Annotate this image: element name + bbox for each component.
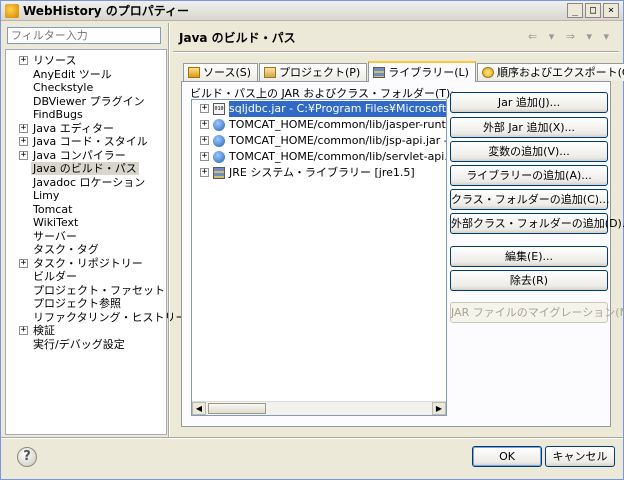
nav-item-label: 実行/デバッグ設定 (33, 337, 125, 351)
close-button[interactable]: × (603, 3, 619, 18)
expand-icon[interactable]: + (19, 258, 28, 268)
source-folder-icon (188, 67, 200, 78)
nav-item-label: Javadoc ロケーション (33, 175, 146, 189)
nav-item-label: DBViewer プラグイン (33, 94, 145, 108)
nav-item-label: Java コード・スタイル (33, 135, 148, 148)
scroll-right-icon[interactable]: ▶ (432, 402, 446, 415)
add-library-button[interactable]: ライブラリーの追加(A)... (450, 165, 608, 186)
libraries-tab-panel: ビルド・パス上の JAR およびクラス・フォルダー(T): + JRE システム・… (181, 81, 624, 427)
expand-icon[interactable]: + (19, 137, 28, 146)
order-export-icon (481, 67, 494, 78)
add-jar-button[interactable]: Jar 追加(J)... (450, 92, 608, 113)
library-entry[interactable]: +010 sqljdbc.jar - C:¥Program Files¥Micro… (192, 101, 446, 117)
title-bar[interactable]: WebHistory のプロパティー _ □ × (1, 1, 623, 21)
add-external-jar-button[interactable]: 外部 Jar 追加(X)... (450, 117, 608, 138)
footer-separator (1, 437, 623, 439)
expand-icon[interactable]: + (19, 150, 28, 160)
nav-item-label: ビルダー (33, 270, 77, 283)
variable-icon (213, 151, 225, 163)
expand-icon[interactable]: + (200, 104, 209, 113)
filter-input[interactable] (7, 27, 161, 44)
tab-label: 順序およびエクスポート(O) (496, 65, 624, 79)
nav-item-label: タスク・タグ (33, 243, 99, 256)
nav-item-label: サーバー (33, 229, 77, 243)
library-entry-label: JRE システム・ライブラリー [jre1.5] (229, 166, 415, 179)
expand-icon[interactable]: + (19, 56, 28, 65)
migrate-jar-button: JAR ファイルのマイグレーション(M)... (450, 302, 624, 323)
library-entry[interactable]: + TOMCAT_HOME/common/lib/jasper-runtime.j… (192, 117, 446, 133)
nav-item-label: AnyEdit ツール (33, 67, 112, 81)
nav-item-label: Java コンパイラー (33, 148, 126, 162)
scroll-left-icon[interactable]: ◀ (192, 402, 206, 415)
nav-item-label: リファクタリング・ヒストリー (33, 310, 187, 324)
library-entry-label: sqljdbc.jar - C:¥Program Files¥Microsoft… (229, 101, 446, 117)
properties-dialog: WebHistory のプロパティー _ □ × + リソースAnyEdit ツー… (0, 0, 624, 480)
nav-item-label: プロジェクト参照 (33, 297, 121, 310)
scroll-thumb[interactable] (208, 403, 266, 414)
right-pane: Java のビルド・パス ⇐ ▾ ⇒ ▾ ▾ ソース(S) プロジェクト(P) ライ… (171, 23, 624, 437)
add-class-folder-button[interactable]: クラス・フォルダーの追加(C)... (450, 189, 610, 210)
expand-icon[interactable]: + (19, 326, 28, 335)
pane-divider[interactable] (168, 23, 170, 437)
nav-item-label: Checkstyle (33, 81, 94, 94)
library-entry[interactable]: + JRE システム・ライブラリー [jre1.5] (192, 165, 446, 181)
project-icon (264, 67, 277, 78)
window-controls: _ □ × (567, 3, 619, 18)
nav-item-label: リソース (33, 54, 77, 67)
nav-item-label: Tomcat (33, 202, 73, 216)
nav-item-label: プロジェクト・ファセット (33, 283, 165, 297)
expand-icon[interactable]: + (200, 136, 209, 145)
tab[interactable]: プロジェクト(P) (259, 63, 368, 81)
nav-item-label: FindBugs (33, 108, 83, 121)
tab-label: ソース(S) (203, 65, 252, 79)
library-entry[interactable]: + TOMCAT_HOME/common/lib/jsp-api.jar - D:… (192, 133, 446, 149)
nav-item-label: Java エディター (33, 121, 114, 135)
library-tree: + JRE システム・ライブラリー [jre1.5] + TOMCAT_HOME/co… (191, 99, 447, 416)
tab[interactable]: ライブラリー(L) (368, 61, 476, 82)
edit-button[interactable]: 編集(E)... (450, 246, 608, 267)
variable-icon (213, 135, 225, 147)
ok-button[interactable]: OK (472, 446, 542, 467)
remove-button[interactable]: 除去(R) (450, 270, 608, 291)
help-icon[interactable]: ? (17, 447, 37, 467)
minimize-button[interactable]: _ (567, 3, 583, 18)
horizontal-scrollbar[interactable]: ◀ ▶ (192, 401, 446, 415)
nav-item-label: WikiText (33, 216, 79, 229)
expand-icon[interactable]: + (200, 168, 209, 177)
add-external-class-folder-button[interactable]: 外部クラス・フォルダーの追加(D)... (450, 213, 624, 234)
tab-label: プロジェクト(P) (279, 65, 361, 79)
cancel-button[interactable]: キャンセル (545, 446, 615, 467)
tab-label: ライブラリー(L) (388, 65, 469, 79)
header-separator (173, 51, 619, 53)
property-page-tree: + リソース AnyEdit ツール Checkstyle DBViewer プラグイン… (5, 49, 187, 435)
history-nav-arrows[interactable]: ⇐ ▾ ⇒ ▾ ▾ (528, 30, 613, 43)
library-icon (373, 67, 386, 78)
page-title: Java のビルド・パス (179, 31, 296, 45)
build-path-tabs: ソース(S) プロジェクト(P) ライブラリー(L) 順序およびエクスポート(O) (183, 61, 624, 82)
app-icon (5, 3, 19, 18)
nav-item-label: タスク・リポジトリー (33, 256, 143, 270)
variable-icon (213, 119, 225, 131)
add-variable-button[interactable]: 変数の追加(V)... (450, 141, 608, 162)
library-entry-label: TOMCAT_HOME/common/lib/servlet-api.jar - (229, 150, 447, 163)
library-entry-label: TOMCAT_HOME/common/lib/jsp-api.jar - D:¥ (229, 134, 447, 147)
jre-library-icon (213, 167, 225, 179)
jar-icon: 010 (213, 103, 225, 115)
library-entry[interactable]: + TOMCAT_HOME/common/lib/servlet-api.jar … (192, 149, 446, 165)
expand-icon[interactable]: + (200, 152, 209, 161)
nav-item-label: Limy (33, 189, 60, 202)
expand-icon[interactable]: + (200, 120, 209, 129)
nav-item-label: 検証 (33, 324, 55, 337)
left-pane: + リソースAnyEdit ツールCheckstyleDBViewer プラグイン… (5, 25, 187, 435)
nav-item-label: Java のビルド・パス (31, 162, 139, 175)
tab[interactable]: ソース(S) (183, 63, 259, 81)
maximize-button[interactable]: □ (585, 3, 601, 18)
expand-icon[interactable]: + (19, 123, 28, 133)
window-title: WebHistory のプロパティー (23, 4, 190, 18)
library-entry-label: TOMCAT_HOME/common/lib/jasper-runtime.ja (229, 118, 447, 131)
tab[interactable]: 順序およびエクスポート(O) (476, 63, 624, 81)
